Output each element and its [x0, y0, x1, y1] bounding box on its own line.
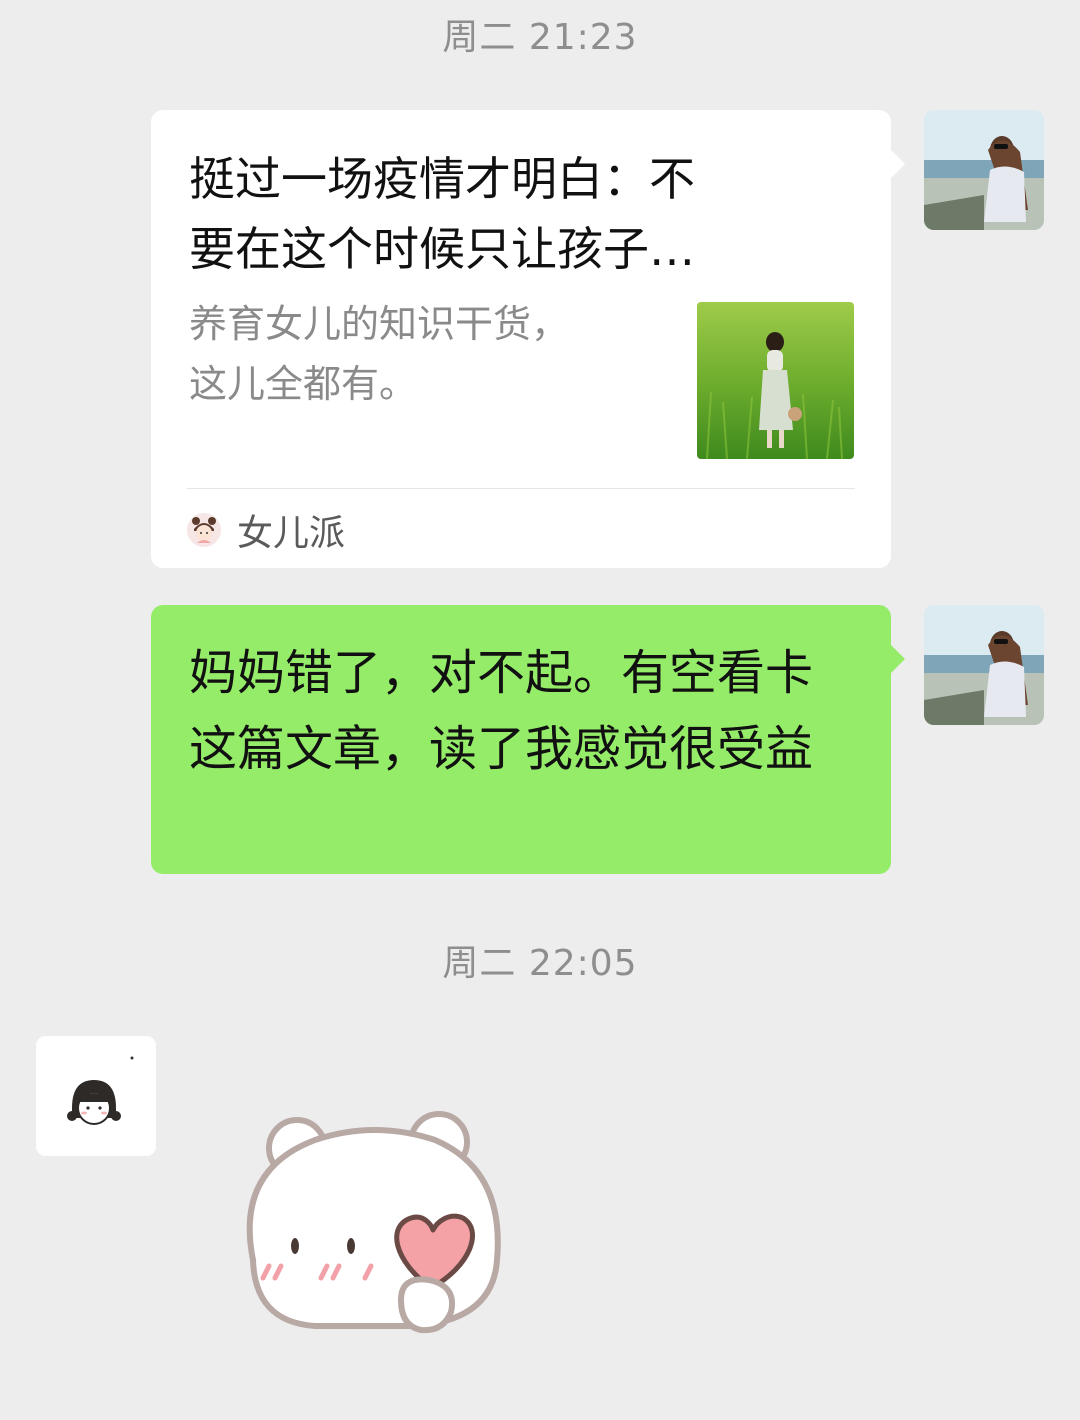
article-card-message[interactable]: 挺过一场疫情才明白：不 要在这个时候只让孩子… 养育女儿的知识干货， 这儿全都有… — [151, 110, 905, 568]
article-source[interactable]: 女儿派 — [187, 506, 345, 554]
message-text: 妈妈错了，对不起。有空看卡这篇文章，读了我感觉很受益 — [189, 645, 814, 777]
sent-text-message[interactable]: 妈妈错了，对不起。有空看卡这篇文章，读了我感觉很受益 — [151, 605, 905, 874]
article-title: 挺过一场疫情才明白：不 要在这个时候只让孩子… — [189, 152, 695, 276]
bear-heart-sticker[interactable] — [225, 1100, 525, 1360]
card-divider — [187, 488, 855, 489]
article-description: 养育女儿的知识干货， 这儿全都有。 — [189, 302, 570, 406]
timestamp-1: 周二 21:23 — [442, 17, 638, 58]
timestamp-2: 周二 22:05 — [442, 943, 638, 984]
article-thumbnail — [697, 302, 854, 459]
self-avatar[interactable] — [924, 110, 1044, 230]
contact-avatar[interactable] — [36, 1036, 156, 1156]
article-source-name: 女儿派 — [237, 513, 346, 554]
girl-face-icon — [187, 513, 221, 547]
self-avatar[interactable] — [924, 605, 1044, 725]
